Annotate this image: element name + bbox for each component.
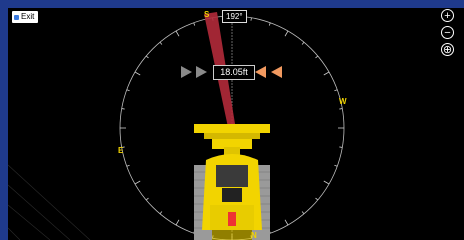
- exit-icon: [14, 14, 19, 20]
- map-canvas: [7, 8, 464, 240]
- compass-north-label: N: [251, 231, 257, 240]
- bucket: [194, 124, 270, 133]
- zoom-out-button[interactable]: −: [441, 26, 454, 39]
- compass-south-label: S: [204, 10, 210, 19]
- zoom-in-button[interactable]: +: [441, 9, 454, 22]
- compass-tick: [250, 17, 252, 21]
- compass-east-label: E: [118, 146, 124, 155]
- heading-readout: 192°: [222, 10, 247, 23]
- compass-tick: [121, 108, 125, 110]
- depth-readout: 18.05ft: [213, 65, 255, 80]
- cab-window: [216, 165, 248, 187]
- compass-tick: [339, 108, 343, 110]
- compass-tick: [339, 146, 343, 148]
- recenter-button[interactable]: ⊕: [441, 43, 454, 56]
- machine-indicator: [228, 212, 236, 226]
- exit-button-label: Exit: [21, 12, 35, 21]
- compass-west-label: W: [339, 97, 347, 106]
- exit-button[interactable]: Exit: [12, 11, 39, 23]
